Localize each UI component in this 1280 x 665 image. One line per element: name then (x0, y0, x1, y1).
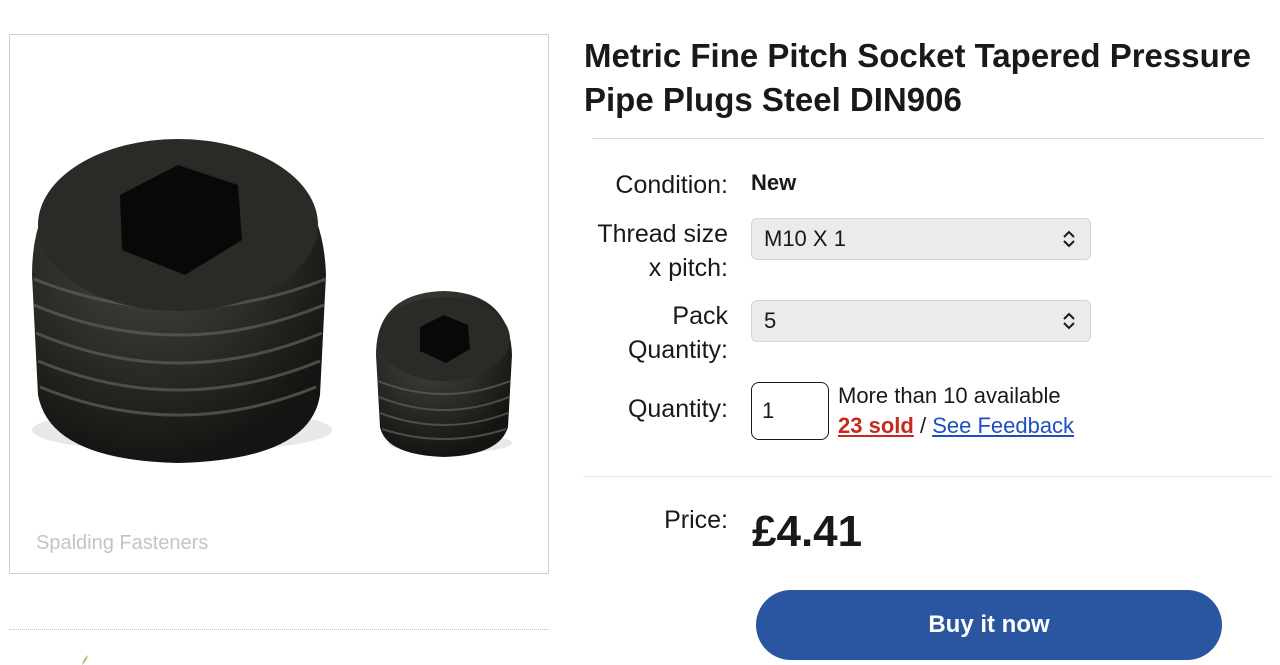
separator: / (919, 413, 927, 438)
pipe-plugs-photo (32, 139, 512, 463)
quantity-label: Quantity: (627, 395, 728, 423)
see-feedback-link[interactable]: See Feedback (932, 413, 1074, 438)
pack-quantity-label-line2: Quantity: (627, 336, 728, 364)
availability-info: More than 10 available 23 sold / See Fee… (838, 381, 1074, 441)
thread-size-label-line1: Thread size (597, 220, 728, 248)
thread-size-label: Thread size x pitch: (597, 217, 728, 285)
pack-quantity-label-line1: Pack (672, 302, 728, 330)
leaf-icon (82, 655, 88, 665)
price-value: £4.41 (752, 507, 863, 556)
divider (583, 476, 1273, 477)
quantity-input[interactable] (751, 382, 829, 440)
product-title: Metric Fine Pitch Socket Tapered Pressur… (584, 37, 1251, 118)
divider (592, 138, 1264, 139)
pack-quantity-value: 5 (764, 308, 777, 333)
availability-text: More than 10 available (838, 383, 1061, 408)
watermark-text: Spalding Fasteners (36, 532, 209, 554)
chevron-up-down-icon (1063, 312, 1075, 330)
condition-label: Condition: (615, 171, 728, 199)
sold-feedback-line: 23 sold / See Feedback (838, 411, 1074, 441)
buy-it-now-button[interactable]: Buy it now (756, 590, 1222, 660)
sold-count-link[interactable]: 23 sold (838, 413, 914, 438)
pack-quantity-label: Pack Quantity: (628, 299, 728, 367)
thread-size-value: M10 X 1 (764, 226, 846, 251)
divider (9, 629, 549, 630)
condition-value: New (751, 170, 797, 195)
product-image[interactable]: Spalding Fasteners (9, 34, 549, 574)
thread-size-label-line2: x pitch: (648, 254, 728, 282)
thread-size-select[interactable]: M10 X 1 (751, 218, 1091, 260)
chevron-up-down-icon (1063, 230, 1075, 248)
price-label: Price: (664, 506, 728, 534)
pack-quantity-select[interactable]: 5 (751, 300, 1091, 342)
